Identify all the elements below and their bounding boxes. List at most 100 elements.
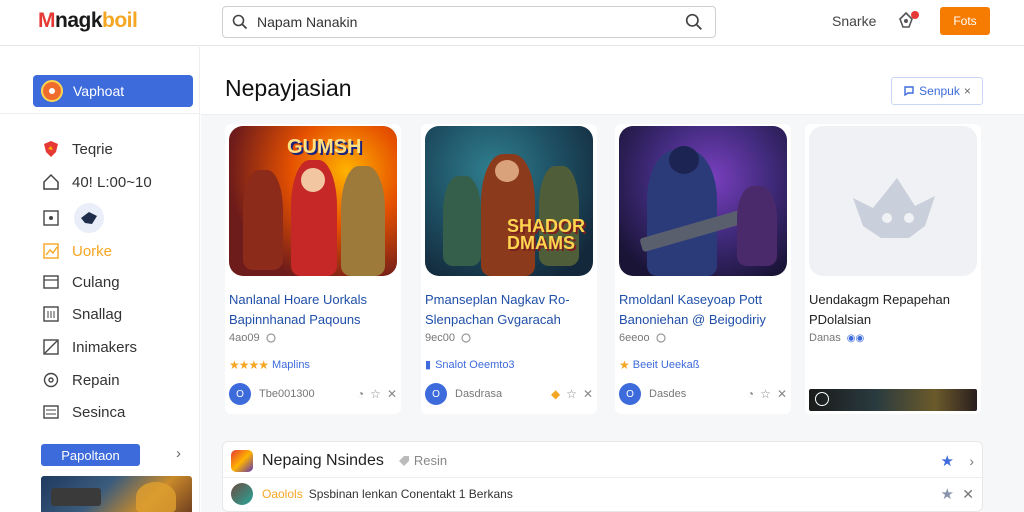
card-subtitle[interactable]: Banoniehan @ Beigodiriy <box>619 310 787 330</box>
list-item-tag-text: Resin <box>413 453 448 468</box>
sidebar-item-label: Repain <box>72 371 120 389</box>
avatar[interactable]: O <box>229 383 251 405</box>
card-meta-text: 4ao09 <box>229 332 260 344</box>
window-icon <box>40 271 62 293</box>
card-title[interactable]: Nanlanal Hoare Uorkals <box>229 290 397 310</box>
sidebar-item-sesinca[interactable]: Sesinca <box>40 401 125 423</box>
star-icon[interactable]: ★ <box>941 452 954 470</box>
sidebar-item-label: Culang <box>72 273 120 291</box>
sidebar-item-teqrie[interactable]: Teqrie <box>40 138 113 160</box>
close-icon[interactable]: ✕ <box>387 387 397 401</box>
clock-icon <box>461 333 471 343</box>
top-nav-link[interactable]: Snarke <box>832 13 876 29</box>
app-logo[interactable]: Mnagkboil <box>38 9 138 33</box>
sidebar-item-culang[interactable]: Culang <box>40 271 120 293</box>
card-footer: O Dasdes ◔ ☆ ✕ <box>619 382 787 406</box>
game-artwork[interactable]: GUMSH <box>229 126 397 276</box>
card-title[interactable]: Uendakagm Repapehan <box>809 290 977 310</box>
game-artwork-placeholder[interactable] <box>809 126 977 276</box>
sidebar-item-uorke[interactable]: Uorke <box>40 240 112 262</box>
sidebar-primary-label: Vaphoat <box>73 83 125 99</box>
close-icon[interactable]: × <box>964 84 971 98</box>
search-icon <box>223 14 257 30</box>
image-icon <box>40 336 62 358</box>
shield-icon <box>40 138 62 160</box>
card-meta-text: 9ec00 <box>425 332 455 344</box>
card-subtitle[interactable]: Bapinnhanad Paqouns <box>229 310 397 330</box>
sidebar-item-label: Sesinca <box>72 403 126 421</box>
avatar[interactable] <box>74 203 104 233</box>
home-icon <box>40 171 62 193</box>
avatar[interactable]: O <box>619 383 641 405</box>
main-content: Nepayjasian Senpuk × GUMSH Nanlanal Hoar… <box>201 47 1024 512</box>
card-rating: ▮ Snalot Oeemto3 <box>425 358 515 372</box>
card-subtitle[interactable]: Slenpachan Gvgaracah <box>425 310 593 330</box>
sidebar-item-inimakers[interactable]: Inimakers <box>40 336 137 358</box>
card-meta: 4ao09 <box>229 332 276 344</box>
notification-icon[interactable] <box>896 11 919 33</box>
sidebar-divider <box>0 113 200 114</box>
flame-icon[interactable]: ◆ <box>551 387 560 401</box>
chevron-right-icon[interactable]: › <box>176 445 181 462</box>
placeholder-mask-icon <box>853 178 935 238</box>
search-input[interactable] <box>257 14 657 30</box>
sidebar-item-repain[interactable]: Repain <box>40 369 120 391</box>
clock-icon <box>265 333 276 343</box>
card-meta-text: 6eeoo <box>619 332 650 344</box>
sidebar-item-toggle[interactable] <box>40 203 104 233</box>
game-card[interactable]: Uendakagm Repapehan PDolalsian Danas ◉◉ <box>805 124 981 414</box>
search-submit-icon[interactable] <box>685 13 703 36</box>
list-item-tag: Resin <box>398 453 447 468</box>
grid-icon <box>40 303 62 325</box>
bookmark-icon: ▮ <box>425 359 432 371</box>
search-bar[interactable] <box>222 6 716 38</box>
star-icon[interactable]: ☆ <box>370 387 381 401</box>
comment-icon[interactable]: ◔ <box>357 387 364 401</box>
list-item[interactable]: Nepaing Nsindes Resin ★ › <box>223 444 984 477</box>
card-footer-text: Dasdrasa <box>455 388 503 400</box>
game-card[interactable]: Rmoldanl Kaseyoap Pott Banoniehan @ Beig… <box>615 124 791 414</box>
sidebar-item-snallag[interactable]: Snallag <box>40 303 122 325</box>
card-subtitle[interactable]: PDolalsian <box>809 310 977 330</box>
list-item-author: Oaolols <box>262 487 303 501</box>
video-preview-strip[interactable] <box>809 389 977 411</box>
close-icon[interactable]: ✕ <box>962 486 974 503</box>
app-icon <box>231 449 253 472</box>
sidebar-primary-button[interactable]: Vaphoat <box>33 75 193 107</box>
card-title[interactable]: Rmoldanl Kaseyoap Pott <box>619 290 787 310</box>
close-icon[interactable]: ✕ <box>583 387 593 401</box>
sidebar: Vaphoat Teqrie 40! L:00~10 Uorke Culang <box>0 47 200 512</box>
logo-text: nagk <box>55 9 103 32</box>
game-artwork[interactable]: SHADOR DMAMS <box>425 126 593 276</box>
card-meta: Danas ◉◉ <box>809 332 864 344</box>
sidebar-item-label: Uorke <box>72 242 113 260</box>
sidebar-bottom-button[interactable]: Papoltaon <box>41 444 140 466</box>
game-card[interactable]: SHADOR DMAMS Pmanseplan Nagkav Ro- Slenpa… <box>421 124 597 414</box>
card-rating-text: Beeit Ueekaß <box>632 359 700 371</box>
card-rating-text: Maplins <box>272 359 310 371</box>
comment-icon[interactable]: ◔ <box>747 387 754 401</box>
header-action-button[interactable]: Senpuk × <box>891 77 983 105</box>
star-icon[interactable]: ☆ <box>566 387 577 401</box>
chevron-right-icon[interactable]: › <box>969 453 974 469</box>
card-meta: 6eeoo <box>619 332 666 344</box>
sidebar-item-home[interactable]: 40! L:00~10 <box>40 171 152 193</box>
logo-text-accent: boil <box>102 9 138 32</box>
close-icon[interactable]: ✕ <box>777 387 787 401</box>
card-rating: ★★★★ Maplins <box>229 358 310 372</box>
card-rating: ★ Beeit Ueekaß <box>619 358 699 372</box>
tag-icon <box>398 455 409 466</box>
card-title[interactable]: Pmanseplan Nagkav Ro- <box>425 290 593 310</box>
star-icon[interactable]: ☆ <box>760 387 771 401</box>
sidebar-item-label: Teqrie <box>72 140 113 158</box>
play-icon[interactable] <box>815 392 829 406</box>
game-artwork[interactable] <box>619 126 787 276</box>
primary-action-button[interactable]: Fots <box>940 7 990 35</box>
badge-icon: ◉◉ <box>846 332 865 344</box>
list-icon <box>40 401 62 423</box>
promo-thumbnail[interactable] <box>41 476 192 512</box>
star-icon[interactable]: ★ <box>941 485 954 503</box>
list-item[interactable]: Oaolols Spsbinan lenkan Conentakt 1 Berk… <box>223 477 984 510</box>
avatar[interactable]: O <box>425 383 447 405</box>
game-card[interactable]: GUMSH Nanlanal Hoare Uorkals Bapinnhanad… <box>225 124 401 414</box>
